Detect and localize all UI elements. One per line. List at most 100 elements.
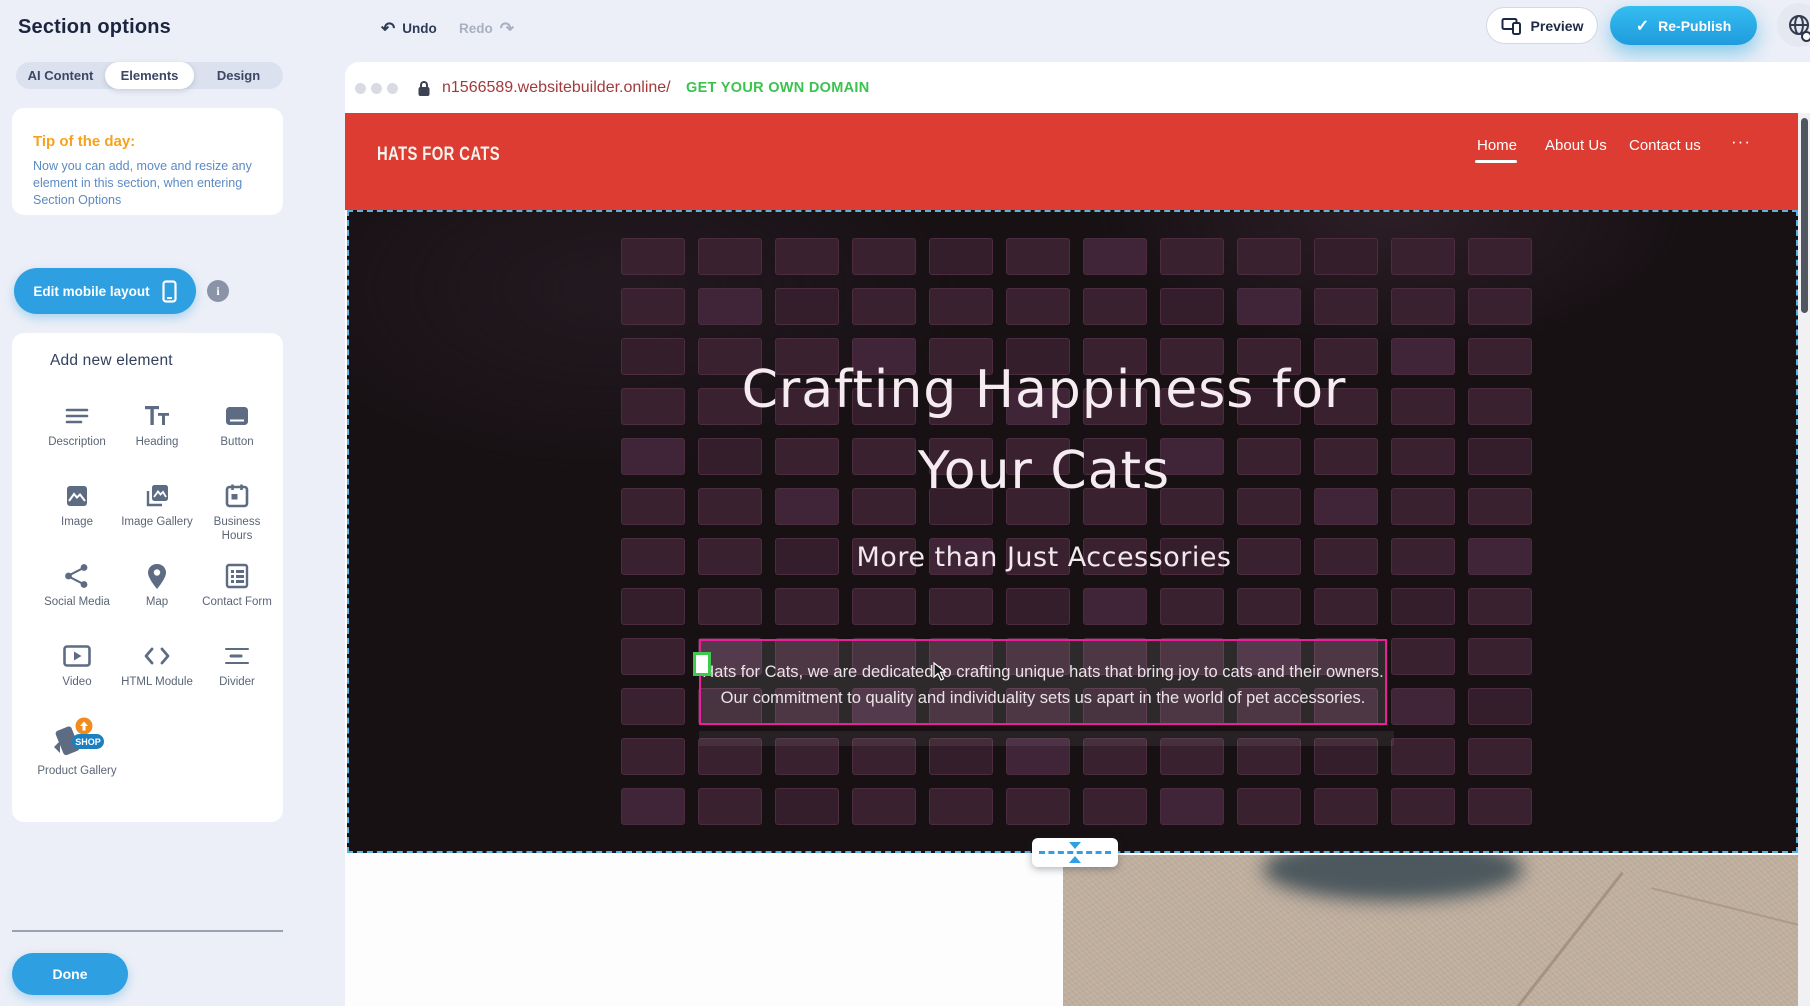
grid-tile: [1160, 788, 1224, 825]
grid-tile: [1468, 238, 1532, 275]
tab-elements[interactable]: Elements: [105, 62, 194, 89]
tab-ai-content[interactable]: AI Content: [16, 62, 105, 89]
grid-tile: [1160, 288, 1224, 325]
grid-tile: [1468, 288, 1532, 325]
element-button[interactable]: Button: [197, 401, 277, 449]
grid-tile: [775, 238, 839, 275]
selection-drag-handle[interactable]: [693, 652, 711, 676]
site-logo[interactable]: HATS FOR CATS: [377, 144, 500, 166]
grid-tile: [698, 288, 762, 325]
element-social-media[interactable]: Social Media: [37, 561, 117, 609]
element-contact-form[interactable]: Contact Form: [197, 561, 277, 609]
selection-shadow-bar: [699, 731, 1394, 746]
grid-tile: [698, 588, 762, 625]
page-title: Section options: [18, 16, 171, 39]
grid-tile: [1006, 288, 1070, 325]
republish-button[interactable]: ✓ Re-Publish: [1610, 6, 1757, 45]
grid-tile: [621, 588, 685, 625]
check-icon: ✓: [1636, 16, 1649, 36]
grid-tile: [929, 788, 993, 825]
section-resize-handle[interactable]: [1032, 838, 1118, 867]
url-text[interactable]: n1566589.websitebuilder.online/: [442, 79, 671, 97]
scrollbar-thumb[interactable]: [1801, 118, 1808, 313]
product-gallery-icon: SHOP: [37, 718, 117, 760]
tab-design[interactable]: Design: [194, 62, 283, 89]
preview-label: Preview: [1531, 18, 1584, 34]
element-product-gallery[interactable]: SHOP Product Gallery: [37, 718, 117, 778]
grid-tile: [1160, 588, 1224, 625]
lock-icon: [417, 80, 431, 102]
hero-subheading[interactable]: More than Just Accessories: [349, 542, 1739, 573]
grid-tile: [1237, 788, 1301, 825]
nav-home[interactable]: Home: [1477, 137, 1517, 154]
description-icon: [37, 401, 117, 431]
grid-tile: [1314, 788, 1378, 825]
redo-button[interactable]: Redo ↷: [459, 16, 514, 40]
nav-home-underline: [1475, 160, 1517, 163]
grid-tile: [698, 788, 762, 825]
arrow-down-icon: [1069, 842, 1081, 849]
image-icon: [37, 481, 117, 511]
get-domain-link[interactable]: GET YOUR OWN DOMAIN: [686, 80, 869, 96]
done-button[interactable]: Done: [12, 953, 128, 995]
element-html-module[interactable]: HTML Module: [117, 641, 197, 689]
grid-tile: [1391, 238, 1455, 275]
hero-section[interactable]: Crafting Happiness for Your Cats More th…: [347, 210, 1798, 853]
grid-tile: [621, 638, 685, 675]
grid-tile: [1314, 238, 1378, 275]
grid-tile: [1006, 588, 1070, 625]
grid-tile: [852, 788, 916, 825]
language-globe-button[interactable]: [1777, 3, 1810, 47]
grid-tile: [1006, 238, 1070, 275]
video-wall-grid: [349, 212, 1796, 851]
redo-icon: ↷: [500, 20, 514, 37]
hero-heading[interactable]: Crafting Happiness for Your Cats: [349, 350, 1739, 512]
video-icon: [37, 641, 117, 671]
preview-button[interactable]: Preview: [1486, 7, 1598, 44]
undo-icon: ↶: [381, 20, 395, 37]
sidebar-divider: [12, 930, 283, 932]
add-element-title: Add new element: [50, 352, 173, 370]
sidebar-tabs: AI Content Elements Design: [16, 62, 283, 89]
element-divider[interactable]: Divider: [197, 641, 277, 689]
nav-about-us[interactable]: About Us: [1545, 137, 1607, 154]
info-icon[interactable]: i: [207, 280, 229, 302]
element-image[interactable]: Image: [37, 481, 117, 529]
edit-mobile-layout-button[interactable]: Edit mobile layout: [14, 268, 196, 314]
form-icon: [197, 561, 277, 591]
element-business-hours[interactable]: Business Hours: [197, 481, 277, 543]
nav-contact-us[interactable]: Contact us: [1629, 137, 1701, 154]
element-video[interactable]: Video: [37, 641, 117, 689]
grid-tile: [1391, 738, 1455, 775]
add-element-panel: Add new element Description Heading Butt…: [12, 333, 283, 822]
resize-dash-line: [1039, 851, 1111, 854]
element-description[interactable]: Description: [37, 401, 117, 449]
grid-tile: [852, 238, 916, 275]
grid-tile: [775, 588, 839, 625]
republish-label: Re-Publish: [1658, 18, 1731, 34]
grid-tile: [621, 738, 685, 775]
divider-icon: [197, 641, 277, 671]
element-image-gallery[interactable]: Image Gallery: [117, 481, 197, 529]
next-section[interactable]: [345, 853, 1798, 1006]
grid-tile: [1391, 588, 1455, 625]
arrow-up-icon: [1069, 856, 1081, 863]
grid-tile: [1391, 288, 1455, 325]
selected-text-element[interactable]: Hats for Cats, we are dedicated to craft…: [699, 639, 1387, 725]
undo-button[interactable]: ↶ Undo: [381, 16, 437, 40]
grid-tile: [929, 238, 993, 275]
tile-grout-line: [1651, 887, 1798, 945]
grid-tile: [1237, 588, 1301, 625]
grid-tile: [1083, 288, 1147, 325]
edit-mobile-label: Edit mobile layout: [33, 284, 149, 299]
window-dot-1: [355, 83, 366, 94]
grid-tile: [1468, 738, 1532, 775]
tip-body: Now you can add, move and resize any ele…: [33, 158, 268, 209]
grid-tile: [1314, 288, 1378, 325]
app-window: Section options ↶ Undo Redo ↷ Preview ✓ …: [0, 0, 1810, 1006]
nav-more-button[interactable]: ···: [1731, 132, 1751, 152]
element-heading[interactable]: Heading: [117, 401, 197, 449]
grid-tile: [1237, 288, 1301, 325]
devices-icon: [1501, 17, 1523, 35]
element-map[interactable]: Map: [117, 561, 197, 609]
